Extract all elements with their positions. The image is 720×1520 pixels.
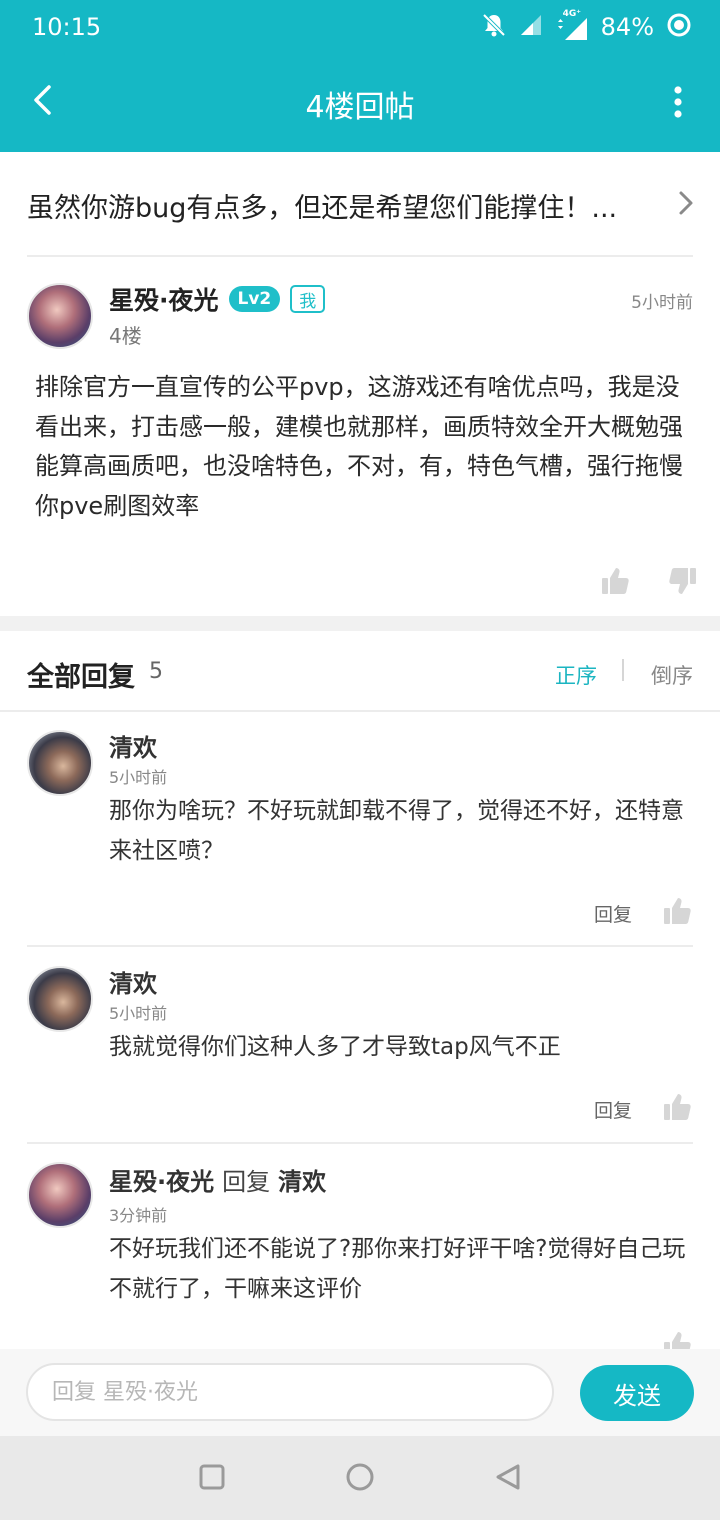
reply-author-name: 清欢	[109, 970, 157, 998]
more-options-button[interactable]	[662, 80, 694, 128]
status-icons: 4G⁺ 84%	[481, 9, 692, 44]
reply-author[interactable]: 清欢	[109, 964, 157, 999]
reply-word: 回复	[222, 1168, 271, 1196]
more-vertical-icon	[673, 85, 683, 123]
reply-author-name: 清欢	[109, 734, 157, 762]
reply-author[interactable]: 星殁·夜光 回复 清欢	[109, 1162, 326, 1197]
home-button[interactable]	[343, 1462, 377, 1496]
system-nav-bar	[0, 1436, 720, 1520]
post-time: 5小时前	[631, 293, 693, 313]
like-button[interactable]	[662, 1092, 692, 1126]
reply-author-name: 星殁·夜光	[109, 1168, 215, 1196]
like-button[interactable]	[662, 896, 692, 930]
notifications-off-icon	[481, 12, 507, 42]
back-nav-button[interactable]	[491, 1462, 525, 1496]
battery-percent: 84%	[600, 13, 654, 41]
thumbs-up-icon	[662, 1094, 692, 1126]
sort-ascending-tab[interactable]: 正序	[555, 660, 597, 690]
replies-header: 全部回复 5 正序 倒序	[0, 631, 720, 711]
square-icon	[198, 1463, 226, 1495]
avatar[interactable]	[27, 730, 93, 796]
post-author-row: 星殁·夜光 Lv2 我	[109, 281, 326, 317]
battery-ring-icon	[666, 12, 692, 42]
me-badge: 我	[290, 285, 326, 313]
reply-button[interactable]: 回复	[594, 1096, 632, 1123]
replies-count: 5	[149, 659, 163, 684]
page-title: 4楼回帖	[305, 90, 415, 125]
circle-icon	[345, 1462, 375, 1496]
sort-descending-tab[interactable]: 倒序	[651, 660, 693, 690]
reply-input[interactable]	[26, 1363, 554, 1421]
thumbs-up-icon	[662, 898, 692, 930]
reply-text: 那你为啥玩？不好玩就卸载不得了，觉得还不好，还特意来社区喷？	[109, 798, 684, 864]
avatar[interactable]	[27, 966, 93, 1032]
reply-time: 5小时前	[109, 768, 168, 787]
post-floor: 4楼	[109, 324, 142, 348]
signal-icon	[519, 13, 543, 41]
replies-title: 全部回复	[27, 662, 135, 693]
network-4g-icon: 4G⁺	[555, 9, 589, 42]
avatar[interactable]	[27, 1162, 93, 1228]
recents-button[interactable]	[195, 1462, 229, 1496]
divider	[27, 945, 693, 947]
thumbs-down-icon	[668, 568, 698, 600]
chevron-right-icon	[678, 190, 694, 220]
level-badge: Lv2	[228, 286, 281, 312]
original-topic-link[interactable]: 虽然你游bug有点多，但还是希望您们能撑住！...	[0, 152, 720, 256]
reply-author[interactable]: 清欢	[109, 728, 157, 763]
like-button[interactable]	[600, 566, 630, 600]
post-body: 排除官方一直宣传的公平pvp，这游戏还有啥优点吗，我是没看出来，打击感一般，建模…	[35, 373, 683, 520]
reply-button[interactable]: 回复	[594, 900, 632, 927]
avatar[interactable]	[27, 283, 93, 349]
status-time: 10:15	[32, 13, 102, 41]
thumbs-up-icon	[600, 568, 630, 600]
dislike-button[interactable]	[668, 566, 698, 600]
app-bar: 4楼回帖	[0, 54, 720, 152]
sort-separator	[622, 659, 624, 681]
topic-title: 虽然你游bug有点多，但还是希望您们能撑住！...	[27, 193, 618, 224]
triangle-back-icon	[494, 1463, 522, 1495]
divider	[0, 710, 720, 712]
section-separator	[0, 616, 720, 631]
reply-target-name[interactable]: 清欢	[278, 1162, 326, 1197]
divider	[27, 255, 693, 257]
reply-time: 3分钟前	[109, 1206, 168, 1225]
reply-text: 我就觉得你们这种人多了才导致tap风气不正	[109, 1034, 561, 1060]
reply-composer: 发送	[0, 1349, 720, 1436]
reply-text: 不好玩我们还不能说了?那你来打好评干啥?觉得好自己玩不就行了，干嘛来这评价	[109, 1236, 686, 1302]
status-bar: 10:15 4G⁺ 84%	[0, 0, 720, 54]
divider	[27, 1142, 693, 1144]
post-author-name[interactable]: 星殁·夜光	[109, 281, 219, 317]
reply-time: 5小时前	[109, 1004, 168, 1023]
send-button[interactable]: 发送	[580, 1365, 694, 1421]
